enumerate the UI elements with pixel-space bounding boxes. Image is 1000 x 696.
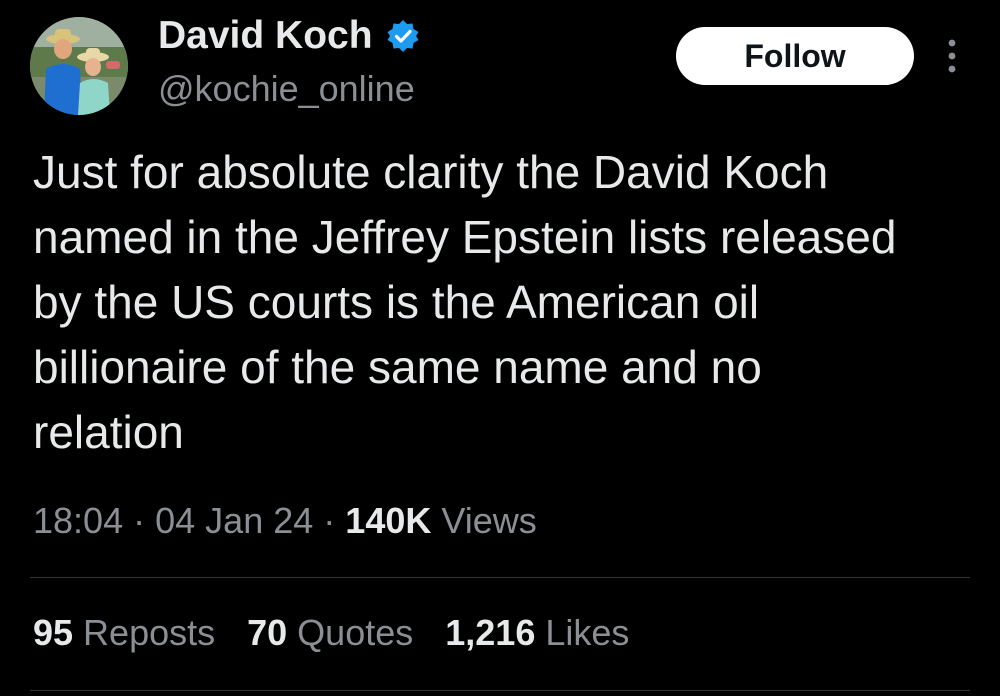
avatar-photo — [30, 17, 128, 115]
likes-count: 1,216 — [445, 612, 536, 653]
author-handle[interactable]: @kochie_online — [158, 68, 415, 110]
tweet-date[interactable]: 04 Jan 24 — [155, 500, 313, 541]
author-name[interactable]: David Koch — [158, 14, 373, 58]
reposts-count: 95 — [33, 612, 74, 653]
views-count: 140K — [345, 500, 432, 541]
likes-label: Likes — [545, 612, 630, 653]
author-avatar[interactable] — [30, 17, 128, 115]
verified-badge-icon — [385, 18, 421, 54]
divider — [30, 577, 970, 578]
views-label: Views — [441, 500, 537, 541]
quotes-label: Quotes — [297, 612, 414, 653]
reposts-label: Reposts — [83, 612, 216, 653]
quotes-count: 70 — [247, 612, 288, 653]
tweet-time[interactable]: 18:04 — [33, 500, 123, 541]
meta-separator: · — [133, 500, 146, 541]
reposts-stat[interactable]: 95 Reposts — [33, 612, 215, 654]
likes-stat[interactable]: 1,216 Likes — [445, 612, 629, 654]
follow-button[interactable]: Follow — [676, 27, 914, 85]
divider — [30, 690, 970, 691]
tweet-text: Just for absolute clarity the David Koch… — [33, 146, 897, 458]
tweet-meta: 18:04 · 04 Jan 24 · 140K Views — [33, 500, 537, 542]
author-name-row[interactable]: David Koch — [158, 14, 421, 58]
quotes-stat[interactable]: 70 Quotes — [247, 612, 413, 654]
meta-separator: · — [323, 500, 336, 541]
more-options-icon[interactable] — [940, 36, 964, 76]
engagement-stats: 95 Reposts 70 Quotes 1,216 Likes — [33, 612, 629, 654]
